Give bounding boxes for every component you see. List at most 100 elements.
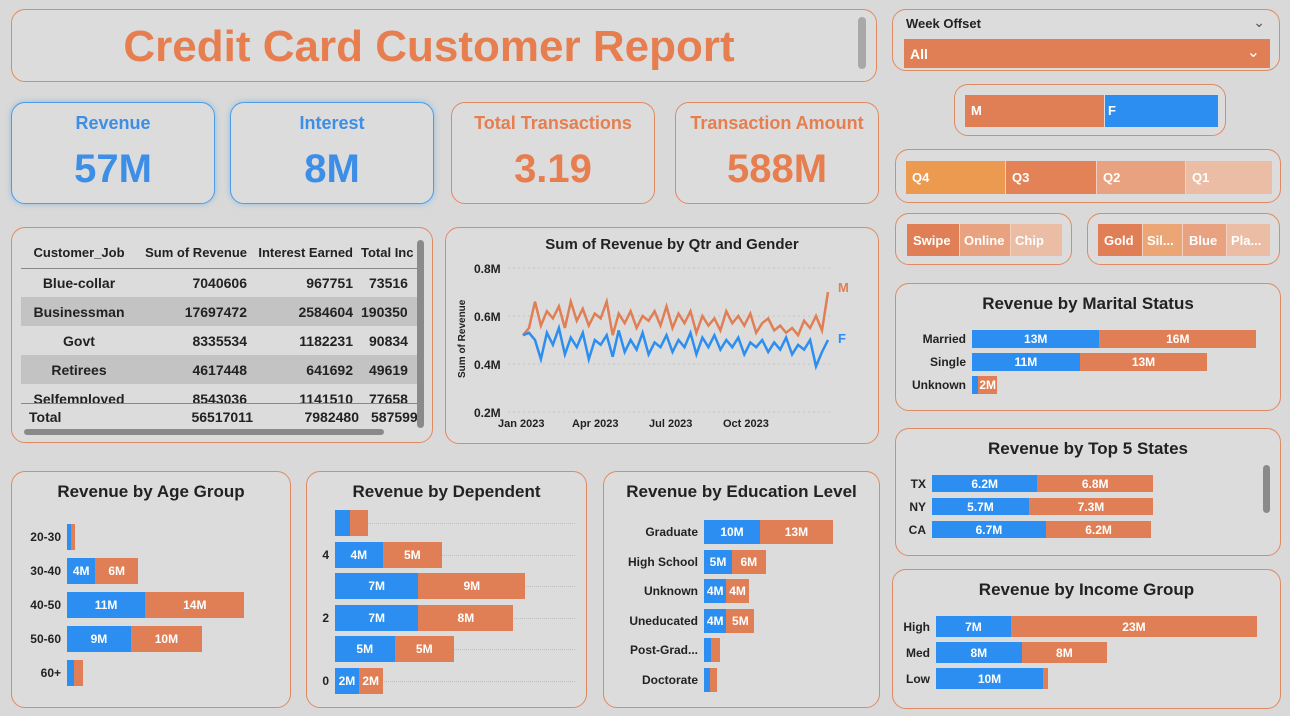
total-interest: 7982480 [304, 409, 359, 425]
bar-m[interactable]: 10M [130, 626, 202, 652]
table-header-row: Customer_Job Sum of Revenue Interest Ear… [21, 238, 419, 269]
week-offset-slicer: Week Offset ⌄ All ⌄ [892, 9, 1280, 71]
bar-m[interactable]: 6.8M [1037, 475, 1153, 492]
card-option-gold[interactable]: Gold [1098, 224, 1143, 256]
use-option-swipe[interactable]: Swipe [907, 224, 960, 256]
bar-m[interactable] [709, 667, 718, 692]
bar-m[interactable]: 9M [418, 573, 526, 599]
quarter-option-q1[interactable]: Q1 [1186, 161, 1272, 194]
bar-m[interactable]: 8M [418, 604, 514, 631]
use-option-online[interactable]: Online [960, 224, 1011, 256]
bar-f[interactable]: 8M [936, 642, 1022, 663]
bar-f[interactable]: 5.7M [932, 498, 1029, 515]
bar-f[interactable]: 13M [972, 330, 1100, 348]
bar-m[interactable]: 7.3M [1028, 498, 1153, 515]
bar-m[interactable]: 4M [726, 579, 749, 603]
bar-f[interactable]: 9M [67, 626, 131, 652]
bar-m[interactable]: 5M [726, 608, 755, 633]
bar-f[interactable]: 2M [335, 667, 359, 694]
total-revenue: 56517011 [191, 409, 253, 425]
week-offset-dropdown[interactable]: All ⌄ [904, 39, 1270, 68]
bar-f[interactable]: 7M [335, 573, 419, 599]
bar-f[interactable]: 4M [704, 608, 727, 633]
education-level-card: Revenue by Education Level Graduate 10M 13… [603, 471, 880, 708]
series-line-f[interactable] [522, 323, 830, 371]
x-tick-label: Oct 2023 [723, 418, 769, 430]
bar-m[interactable]: 6M [732, 549, 766, 574]
bar-f[interactable] [335, 510, 351, 536]
category-label: Doctorate [641, 672, 698, 687]
quarter-option-q4[interactable]: Q4 [906, 161, 1006, 194]
column-header[interactable]: Interest Earned [251, 238, 357, 269]
bar-f[interactable]: 6.2M [932, 475, 1038, 492]
table-cell: Blue-collar [42, 274, 116, 291]
bar-m[interactable]: 14M [145, 592, 245, 618]
column-header[interactable]: Customer_Job [21, 238, 137, 269]
age-bar-chart: 20-30 30-40 4M 6M 40-50 11M 14M 50-60 9M 10M 60+ [12, 520, 292, 700]
chevron-down-icon[interactable]: ⌄ [1253, 14, 1265, 31]
bar-f[interactable]: 7M [936, 616, 1011, 637]
bar-m[interactable]: 5M [394, 636, 454, 662]
bar-f[interactable]: 4M [704, 579, 727, 603]
table-cell: 7040606 [192, 274, 247, 291]
series-line-m[interactable] [522, 291, 830, 338]
card-option-platinum[interactable]: Pla... [1227, 224, 1270, 256]
category-label: Uneducated [629, 613, 698, 628]
table-cell: 8335534 [192, 332, 247, 349]
bar-f[interactable]: 5M [704, 549, 732, 574]
title-scrollbar[interactable] [858, 17, 866, 69]
card-option-blue[interactable]: Blue [1183, 224, 1227, 256]
bar-f[interactable]: 4M [67, 558, 96, 584]
quarter-option-q3[interactable]: Q3 [1006, 161, 1097, 194]
table-cell: 49619 [357, 355, 419, 384]
bar-f[interactable]: 7M [335, 604, 419, 631]
bar-m[interactable] [1043, 668, 1049, 689]
bar-f[interactable]: 6.7M [932, 521, 1046, 538]
bar-f[interactable]: 10M [704, 520, 760, 544]
bar-m[interactable]: 8M [1021, 642, 1108, 663]
gender-option-m[interactable]: M [965, 95, 1104, 127]
bar-f[interactable] [67, 660, 75, 686]
bar-f[interactable]: 10M [936, 668, 1043, 689]
states-scrollbar[interactable] [1263, 465, 1270, 513]
table-horizontal-scrollbar[interactable] [24, 429, 384, 435]
bar-m[interactable] [74, 660, 84, 686]
bar-m[interactable]: 13M [1079, 353, 1208, 371]
quarter-option-q2[interactable]: Q2 [1097, 161, 1186, 194]
kpi-revenue-label: Revenue [75, 113, 151, 133]
bar-m[interactable] [70, 524, 75, 550]
bar-f[interactable]: 5M [335, 636, 395, 662]
bar-m[interactable] [710, 638, 721, 662]
table-row[interactable]: Businessman 17697472 2584604 190350 [21, 297, 419, 326]
column-header[interactable]: Total Inc [357, 238, 419, 269]
bar-f[interactable] [704, 638, 711, 662]
total-label: Total [29, 409, 62, 425]
card-option-silver[interactable]: Sil... [1143, 224, 1183, 256]
use-option-chip[interactable]: Chip [1011, 224, 1062, 256]
bar-m[interactable]: 6M [95, 558, 138, 584]
bar-m[interactable]: 16M [1099, 330, 1257, 348]
gender-option-f[interactable]: F [1105, 95, 1218, 127]
bar-m[interactable]: 5M [382, 541, 443, 568]
category-label: 40-50 [30, 598, 61, 612]
column-header[interactable]: Sum of Revenue [137, 238, 251, 269]
bar-m[interactable]: 13M [760, 520, 833, 544]
table-cell: 90834 [369, 332, 408, 349]
bar-f[interactable]: 4M [335, 541, 383, 568]
bar-m[interactable]: 6.2M [1045, 521, 1152, 538]
bar-m[interactable]: 2M [977, 376, 998, 394]
kpi-interest-label: Interest [299, 113, 365, 133]
age-group-card: Revenue by Age Group 20-30 30-40 4M 6M 40-50… [11, 471, 291, 708]
bar-f[interactable]: 11M [972, 353, 1080, 371]
bar-m[interactable] [350, 510, 369, 536]
table-row[interactable]: Govt 8335534 1182231 90834 [21, 326, 419, 355]
bar-m[interactable]: 2M [358, 667, 383, 694]
table-row[interactable]: Blue-collar 7040606 967751 73516 [21, 268, 419, 297]
bar-m[interactable]: 23M [1010, 616, 1257, 637]
table-vertical-scrollbar[interactable] [417, 240, 424, 428]
x-tick-label: Jul 2023 [649, 418, 692, 430]
bar-f[interactable]: 11M [67, 592, 146, 618]
category-label: Unknown [912, 378, 966, 392]
use-chip-slicer: Swipe Online Chip [895, 213, 1072, 265]
table-row[interactable]: Retirees 4617448 641692 49619 [21, 355, 419, 384]
